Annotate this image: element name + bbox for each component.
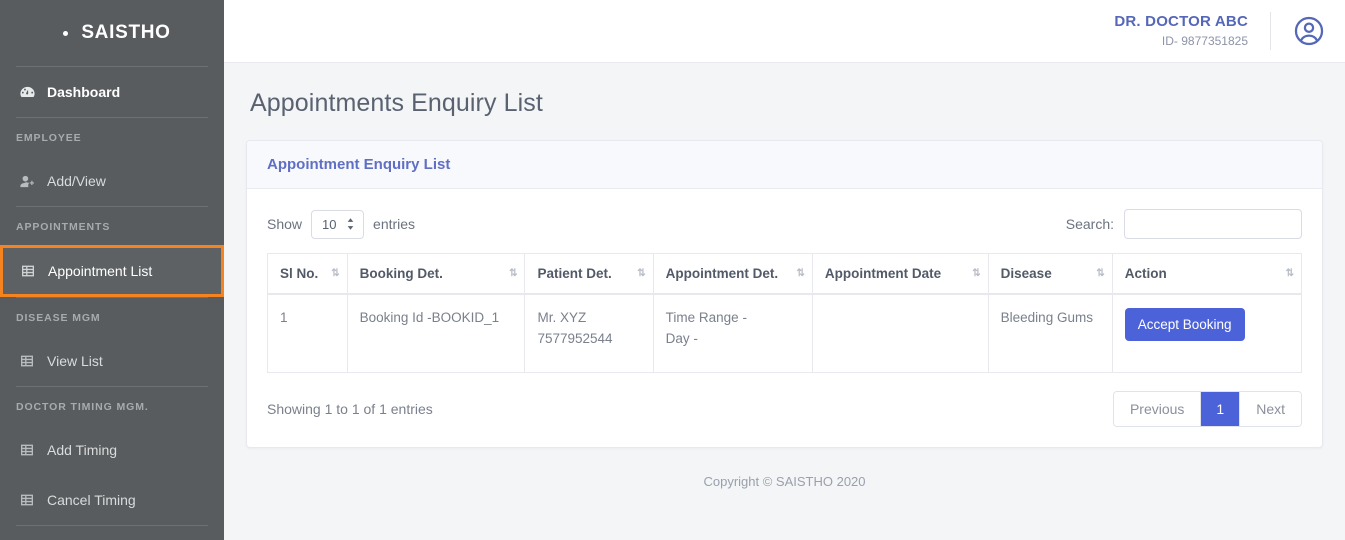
main-area: DR. DOCTOR ABC ID- 9877351825 Appointmen… [224, 0, 1345, 540]
column-header-patient-det[interactable]: Patient Det. ⇅ [525, 254, 653, 295]
column-label: Appointment Date [825, 266, 941, 281]
sort-icon[interactable]: ⇅ [637, 269, 644, 279]
search-label: Search: [1066, 216, 1114, 232]
sidebar-item-label: Cancel Timing [47, 492, 136, 508]
column-label: Action [1125, 266, 1167, 281]
brand-label: SAISTHO [81, 22, 170, 44]
show-entries-control: Show 10 ent [267, 210, 415, 239]
column-header-action[interactable]: Action ⇅ [1112, 254, 1301, 295]
column-label: Appointment Det. [666, 266, 779, 281]
showing-entries-info: Showing 1 to 1 of 1 entries [267, 401, 433, 417]
cell-booking-det: Booking Id -BOOKID_1 [347, 294, 525, 372]
card-header: Appointment Enquiry List [247, 141, 1322, 189]
page-title: Appointments Enquiry List [246, 63, 1323, 140]
pagination: Previous 1 Next [1113, 391, 1302, 427]
table-body: 1 Booking Id -BOOKID_1 Mr. XYZ 757795254… [268, 294, 1302, 372]
sidebar-item-view-list[interactable]: View List [0, 336, 224, 386]
sidebar-item-add-view[interactable]: Add/View [0, 156, 224, 206]
sidebar-item-label: View List [47, 353, 103, 369]
table-footer: Showing 1 to 1 of 1 entries Previous 1 N… [267, 373, 1302, 427]
column-label: Booking Det. [360, 266, 443, 281]
sidebar-item-add-timing[interactable]: Add Timing [0, 425, 224, 475]
user-plus-icon [18, 172, 36, 190]
topbar: DR. DOCTOR ABC ID- 9877351825 [224, 0, 1345, 63]
column-header-sl-no[interactable]: Sl No. ⇅ [268, 254, 348, 295]
sidebar-item-label: Appointment List [48, 263, 152, 279]
column-header-booking-det[interactable]: Booking Det. ⇅ [347, 254, 525, 295]
sidebar-item-appointment-list[interactable]: Appointment List [0, 245, 224, 297]
dashboard-gauge-icon [18, 83, 36, 101]
cell-disease: Bleeding Gums [988, 294, 1112, 372]
list-table-icon [18, 352, 36, 370]
sidebar-item-label: Add/View [47, 173, 106, 189]
sidebar-section-disease-mgm: DISEASE MGM [0, 298, 224, 336]
sidebar-section-doctor-timing-mgm: DOCTOR TIMING MGM. [0, 387, 224, 425]
pagination-page-1[interactable]: 1 [1200, 392, 1240, 426]
sidebar-item-label: Dashboard [47, 84, 120, 100]
sidebar-section-employee: EMPLOYEE [0, 118, 224, 156]
show-label: Show [267, 216, 302, 232]
appointment-time-range: Time Range - [666, 308, 800, 329]
sort-icon[interactable]: ⇅ [797, 269, 804, 279]
column-label: Disease [1001, 266, 1052, 281]
list-table-icon [18, 441, 36, 459]
user-circle-icon[interactable] [1291, 13, 1327, 49]
content-area: Appointments Enquiry List Appointment En… [224, 63, 1345, 540]
sidebar-item-dashboard[interactable]: Dashboard [0, 67, 224, 117]
table-controls: Show 10 ent [267, 203, 1302, 253]
table-header: Sl No. ⇅ Booking Det. ⇅ Patient Det. ⇅ [268, 254, 1302, 295]
card-body: Show 10 ent [247, 189, 1322, 447]
cell-appointment-date [812, 294, 988, 372]
sidebar-section-appointments: APPOINTMENTS [0, 207, 224, 245]
doctor-info: DR. DOCTOR ABC ID- 9877351825 [1114, 13, 1248, 49]
pagination-next[interactable]: Next [1240, 392, 1301, 426]
cell-patient-det: Mr. XYZ 7577952544 [525, 294, 653, 372]
list-table-icon [19, 262, 37, 280]
sidebar-item-label: Add Timing [47, 442, 117, 458]
list-table-icon [18, 491, 36, 509]
column-label: Sl No. [280, 266, 318, 281]
brand-dot-icon [63, 31, 68, 36]
brand[interactable]: SAISTHO [0, 0, 224, 66]
footer-copyright: Copyright © SAISTHO 2020 [246, 448, 1323, 499]
sidebar-divider [16, 525, 208, 526]
card-title: Appointment Enquiry List [267, 156, 1302, 173]
column-header-appointment-date[interactable]: Appointment Date ⇅ [812, 254, 988, 295]
pagination-previous[interactable]: Previous [1114, 392, 1200, 426]
doctor-name: DR. DOCTOR ABC [1114, 13, 1248, 32]
search-input[interactable] [1124, 209, 1302, 239]
sidebar: SAISTHO Dashboard EMPLOYEE Add/View APP [0, 0, 224, 540]
entries-select[interactable]: 10 [311, 210, 364, 239]
column-header-appointment-det[interactable]: Appointment Det. ⇅ [653, 254, 812, 295]
entries-label: entries [373, 216, 415, 232]
sidebar-item-cancel-timing[interactable]: Cancel Timing [0, 475, 224, 525]
appointments-table: Sl No. ⇅ Booking Det. ⇅ Patient Det. ⇅ [267, 253, 1302, 373]
search-control: Search: [1066, 209, 1302, 239]
sort-icon[interactable]: ⇅ [972, 269, 979, 279]
accept-booking-button[interactable]: Accept Booking [1125, 308, 1245, 341]
cell-appointment-det: Time Range - Day - [653, 294, 812, 372]
cell-action: Accept Booking [1112, 294, 1301, 372]
sort-icon[interactable]: ⇅ [1286, 269, 1293, 279]
sort-icon[interactable]: ⇅ [331, 269, 338, 279]
doctor-id: ID- 9877351825 [1114, 34, 1248, 49]
column-header-disease[interactable]: Disease ⇅ [988, 254, 1112, 295]
cell-sl-no: 1 [268, 294, 348, 372]
table-row: 1 Booking Id -BOOKID_1 Mr. XYZ 757795254… [268, 294, 1302, 372]
patient-name: Mr. XYZ [537, 308, 640, 329]
appointment-day: Day - [666, 329, 800, 350]
table-header-row: Sl No. ⇅ Booking Det. ⇅ Patient Det. ⇅ [268, 254, 1302, 295]
entries-select-wrap: 10 [311, 210, 364, 239]
sort-icon[interactable]: ⇅ [1096, 269, 1103, 279]
topbar-separator [1270, 12, 1271, 50]
app-root: SAISTHO Dashboard EMPLOYEE Add/View APP [0, 0, 1345, 540]
patient-phone: 7577952544 [537, 329, 640, 350]
sort-icon[interactable]: ⇅ [509, 269, 516, 279]
column-label: Patient Det. [537, 266, 611, 281]
appointment-card: Appointment Enquiry List Show 10 [246, 140, 1323, 448]
